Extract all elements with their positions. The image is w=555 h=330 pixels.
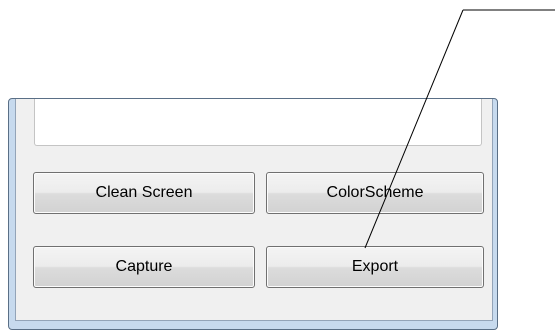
export-button[interactable]: Export xyxy=(266,246,484,288)
output-text-area[interactable] xyxy=(34,99,482,146)
dialog-client-area: Clean Screen ColorScheme Capture Export xyxy=(15,99,493,321)
capture-button[interactable]: Capture xyxy=(33,246,255,288)
export-button-label: Export xyxy=(351,258,399,275)
clean-screen-button-label: Clean Screen xyxy=(95,184,193,201)
capture-button-label: Capture xyxy=(115,258,173,275)
dialog-window-frame: Clean Screen ColorScheme Capture Export xyxy=(8,98,498,330)
clean-screen-button[interactable]: Clean Screen xyxy=(33,172,255,214)
color-scheme-button-label: ColorScheme xyxy=(326,184,424,201)
color-scheme-button[interactable]: ColorScheme xyxy=(266,172,484,214)
